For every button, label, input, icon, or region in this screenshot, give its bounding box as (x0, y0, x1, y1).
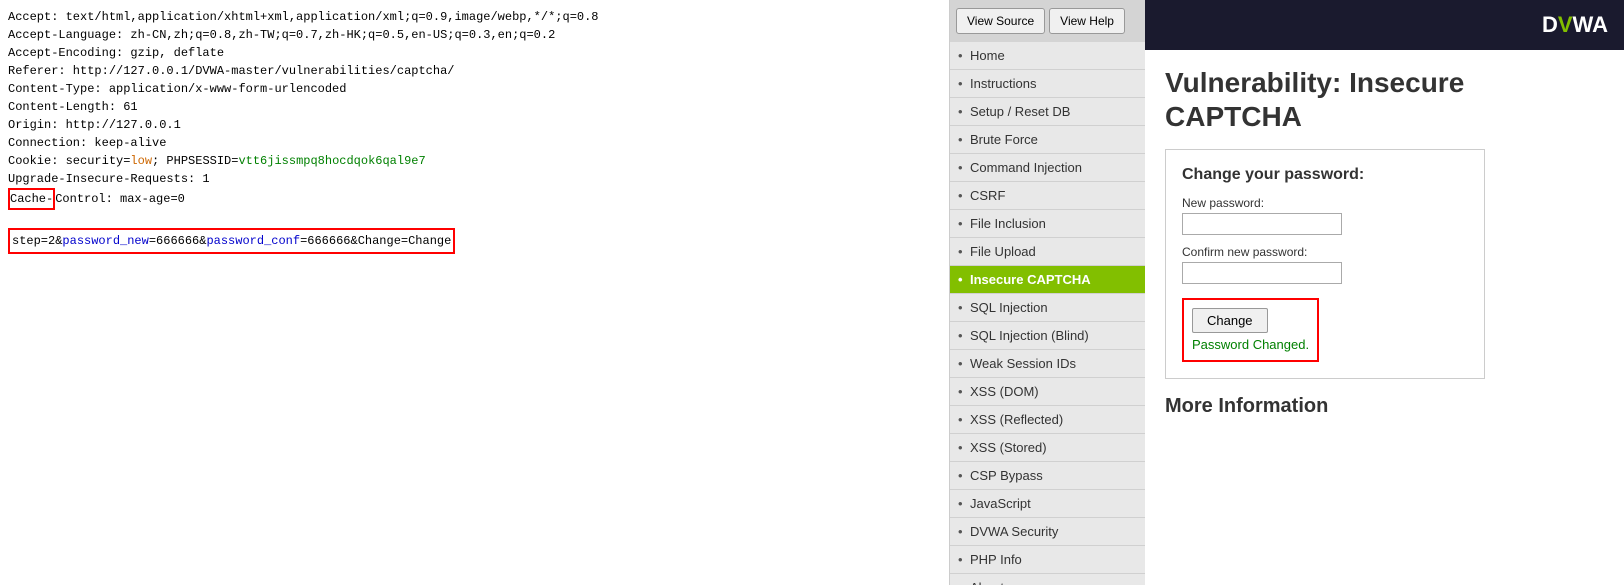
sidebar-item-weak-session-ids[interactable]: Weak Session IDs (950, 350, 1145, 378)
new-password-label: New password: (1182, 196, 1468, 210)
confirm-password-input[interactable] (1182, 262, 1342, 284)
request-viewer: Accept: text/html,application/xhtml+xml,… (0, 0, 950, 585)
sidebar-item-xss-reflected[interactable]: XSS (Reflected) (950, 406, 1145, 434)
sidebar-item-file-inclusion[interactable]: File Inclusion (950, 210, 1145, 238)
line-cookie: Cookie: security=low; PHPSESSID=vtt6jiss… (8, 152, 941, 170)
change-area: Change Password Changed. (1182, 298, 1319, 362)
line-blank (8, 210, 941, 228)
line-content-type: Content-Type: application/x-www-form-url… (8, 80, 941, 98)
line-accept: Accept: text/html,application/xhtml+xml,… (8, 8, 941, 26)
line-cache-control: Cache-Control: max-age=0 (8, 188, 941, 210)
line-referer: Referer: http://127.0.0.1/DVWA-master/vu… (8, 62, 941, 80)
sidebar-item-csp-bypass[interactable]: CSP Bypass (950, 462, 1145, 490)
confirm-password-group: Confirm new password: (1182, 245, 1468, 284)
dvwa-header: DVWA (1145, 0, 1624, 50)
view-source-button[interactable]: View Source (956, 8, 1045, 34)
sidebar-item-xss-dom[interactable]: XSS (DOM) (950, 378, 1145, 406)
sidebar-item-instructions[interactable]: Instructions (950, 70, 1145, 98)
sidebar-item-php-info[interactable]: PHP Info (950, 546, 1145, 574)
line-origin: Origin: http://127.0.0.1 (8, 116, 941, 134)
sidebar-item-dvwa-security[interactable]: DVWA Security (950, 518, 1145, 546)
content-area: Vulnerability: Insecure CAPTCHA Change y… (1145, 50, 1624, 434)
line-content-length: Content-Length: 61 (8, 98, 941, 116)
top-buttons-bar: View Source View Help (950, 0, 1145, 42)
dvwa-logo: DVWA (1542, 12, 1608, 38)
line-accept-language: Accept-Language: zh-CN,zh;q=0.8,zh-TW;q=… (8, 26, 941, 44)
sidebar-item-command-injection[interactable]: Command Injection (950, 154, 1145, 182)
more-info-heading: More Information (1165, 395, 1604, 418)
sidebar-item-home[interactable]: Home (950, 42, 1145, 70)
right-panel: DVWA Vulnerability: Insecure CAPTCHA Cha… (1145, 0, 1624, 585)
sidebar-item-javascript[interactable]: JavaScript (950, 490, 1145, 518)
sidebar-item-csrf[interactable]: CSRF (950, 182, 1145, 210)
password-change-form: Change your password: New password: Conf… (1165, 149, 1485, 379)
form-title: Change your password: (1182, 166, 1468, 184)
line-connection: Connection: keep-alive (8, 134, 941, 152)
page-title: Vulnerability: Insecure CAPTCHA (1165, 66, 1604, 133)
sidebar-item-sql-injection-blind[interactable]: SQL Injection (Blind) (950, 322, 1145, 350)
new-password-group: New password: (1182, 196, 1468, 235)
navigation-panel: View Source View Help HomeInstructionsSe… (950, 0, 1145, 585)
confirm-password-label: Confirm new password: (1182, 245, 1468, 259)
new-password-input[interactable] (1182, 213, 1342, 235)
sidebar-item-sql-injection[interactable]: SQL Injection (950, 294, 1145, 322)
sidebar-item-brute-force[interactable]: Brute Force (950, 126, 1145, 154)
sidebar-item-file-upload[interactable]: File Upload (950, 238, 1145, 266)
sidebar-item-insecure-captcha[interactable]: Insecure CAPTCHA (950, 266, 1145, 294)
change-button[interactable]: Change (1192, 308, 1268, 333)
view-help-button[interactable]: View Help (1049, 8, 1125, 34)
nav-list: HomeInstructionsSetup / Reset DBBrute Fo… (950, 42, 1145, 585)
sidebar-item-about[interactable]: About (950, 574, 1145, 585)
password-changed-msg: Password Changed. (1192, 337, 1309, 352)
line-post-data: step=2&password_new=666666&password_conf… (8, 228, 941, 254)
sidebar-item-xss-stored[interactable]: XSS (Stored) (950, 434, 1145, 462)
line-upgrade: Upgrade-Insecure-Requests: 1 (8, 170, 941, 188)
sidebar-item-setup-reset-db[interactable]: Setup / Reset DB (950, 98, 1145, 126)
line-accept-encoding: Accept-Encoding: gzip, deflate (8, 44, 941, 62)
